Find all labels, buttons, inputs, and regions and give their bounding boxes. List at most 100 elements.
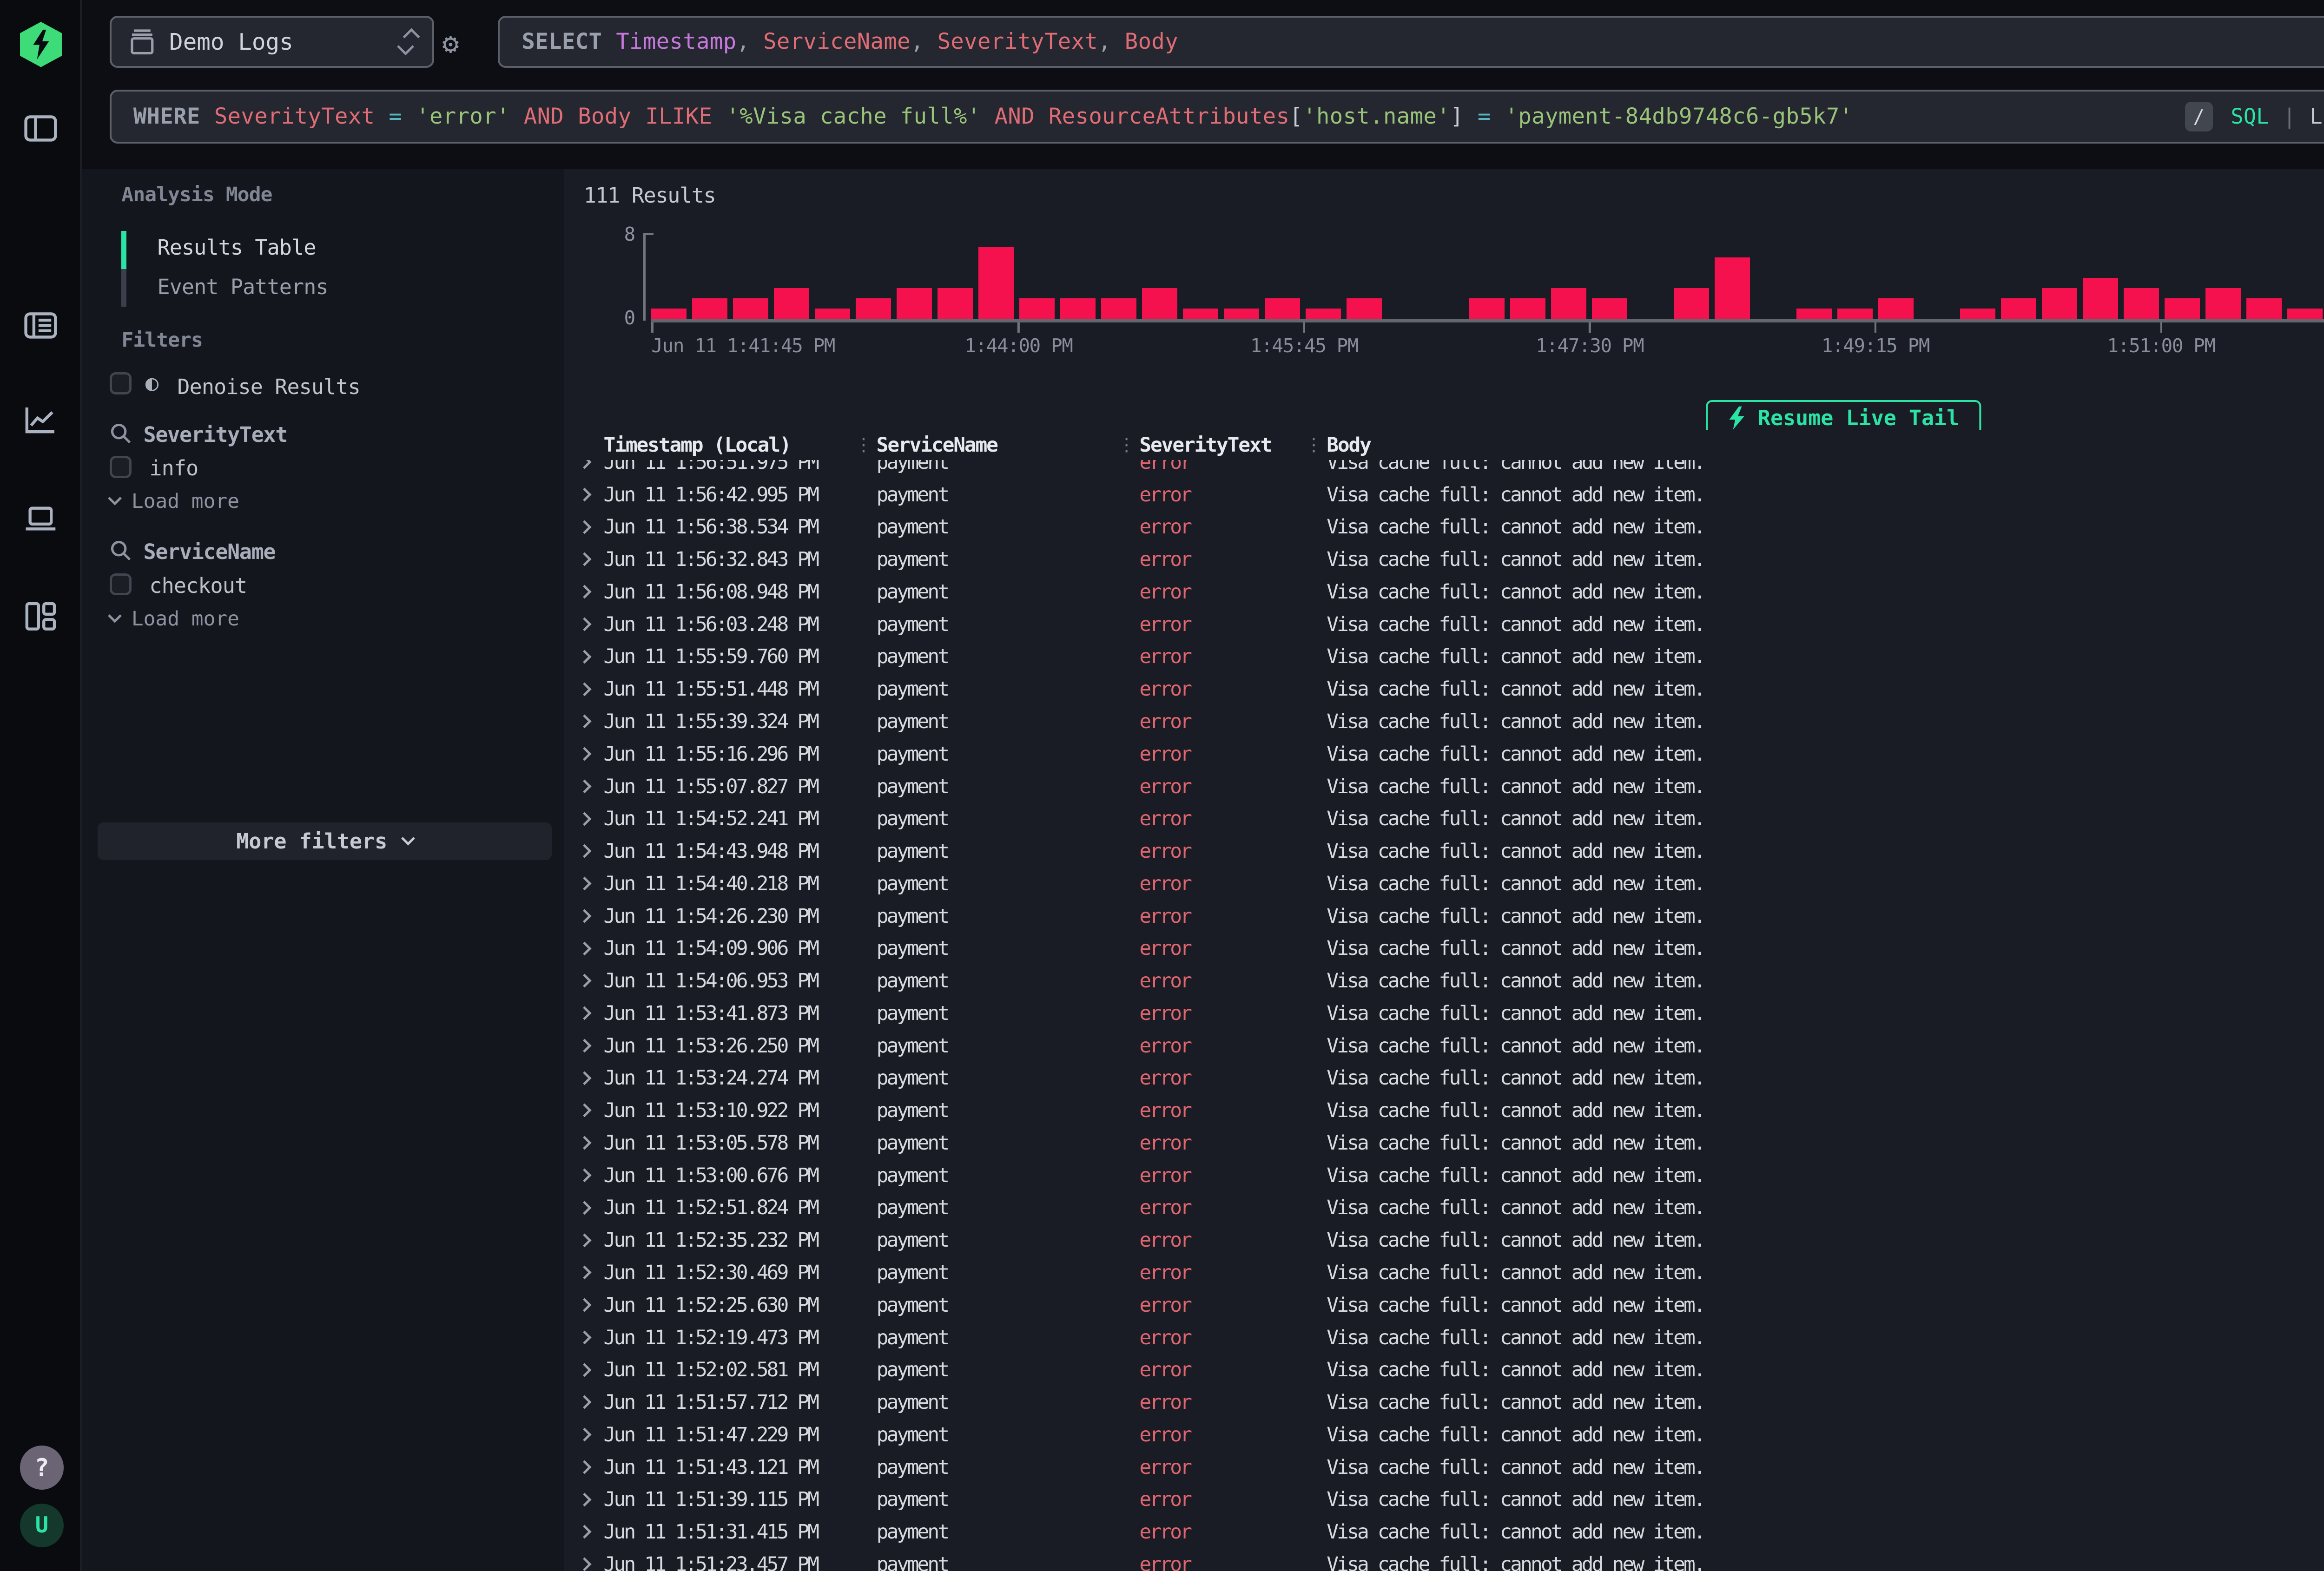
histogram-bar[interactable]: [1878, 298, 1913, 319]
table-row[interactable]: Jun 11 1:51:43.121 PM payment error Visa…: [564, 1451, 2324, 1484]
row-expand-chevron-icon[interactable]: [580, 1170, 603, 1180]
more-filters-button[interactable]: More filters: [98, 822, 552, 860]
table-row[interactable]: Jun 11 1:53:00.676 PM payment error Visa…: [564, 1159, 2324, 1192]
column-header-servicename[interactable]: ServiceName: [877, 434, 1118, 457]
table-row[interactable]: Jun 11 1:51:23.457 PM payment error Visa…: [564, 1548, 2324, 1571]
histogram-bar[interactable]: [1142, 288, 1177, 319]
table-row[interactable]: Jun 11 1:54:06.953 PM payment error Visa…: [564, 965, 2324, 997]
histogram-bar[interactable]: [2001, 298, 2036, 319]
row-expand-chevron-icon[interactable]: [580, 684, 603, 694]
histogram-bar[interactable]: [692, 298, 727, 319]
histogram-bar[interactable]: [1183, 309, 1218, 319]
row-expand-chevron-icon[interactable]: [580, 1462, 603, 1472]
row-expand-chevron-icon[interactable]: [580, 944, 603, 953]
row-expand-chevron-icon[interactable]: [580, 522, 603, 532]
histogram-bar[interactable]: [2124, 288, 2159, 319]
table-row[interactable]: Jun 11 1:53:24.274 PM payment error Visa…: [564, 1062, 2324, 1095]
histogram-bar[interactable]: [2205, 288, 2240, 319]
histogram-bar[interactable]: [1715, 257, 1750, 319]
table-row[interactable]: Jun 11 1:51:47.229 PM payment error Visa…: [564, 1419, 2324, 1451]
client-sessions-icon[interactable]: [24, 502, 58, 536]
histogram-bar[interactable]: [1796, 309, 1831, 319]
row-expand-chevron-icon[interactable]: [580, 976, 603, 986]
row-expand-chevron-icon[interactable]: [580, 749, 603, 759]
row-expand-chevron-icon[interactable]: [580, 1203, 603, 1213]
user-avatar[interactable]: U: [20, 1504, 64, 1547]
histogram-bar[interactable]: [1837, 309, 1872, 319]
histogram-bar[interactable]: [1019, 298, 1054, 319]
table-row[interactable]: Jun 11 1:53:10.922 PM payment error Visa…: [564, 1094, 2324, 1127]
histogram-bar[interactable]: [733, 298, 768, 319]
help-button[interactable]: ?: [20, 1446, 64, 1489]
table-row[interactable]: Jun 11 1:55:39.324 PM payment error Visa…: [564, 705, 2324, 738]
table-row[interactable]: Jun 11 1:52:30.469 PM payment error Visa…: [564, 1256, 2324, 1289]
table-row[interactable]: Jun 11 1:54:40.218 PM payment error Visa…: [564, 868, 2324, 900]
histogram-bar[interactable]: [2083, 278, 2118, 319]
denoise-label[interactable]: Denoise Results: [177, 375, 360, 399]
histogram-bar[interactable]: [1265, 298, 1300, 319]
table-row[interactable]: Jun 11 1:54:43.948 PM payment error Visa…: [564, 835, 2324, 868]
search-logs-icon[interactable]: [24, 309, 58, 342]
row-expand-chevron-icon[interactable]: [580, 1138, 603, 1148]
row-expand-chevron-icon[interactable]: [580, 1365, 603, 1375]
row-expand-chevron-icon[interactable]: [580, 1495, 603, 1505]
histogram-bar[interactable]: [2165, 298, 2199, 319]
filter-option-info[interactable]: info: [149, 456, 198, 480]
filter-option-checkbox[interactable]: [110, 456, 132, 478]
row-expand-chevron-icon[interactable]: [580, 554, 603, 564]
table-row[interactable]: Jun 11 1:54:09.906 PM payment error Visa…: [564, 932, 2324, 965]
column-header-severitytext[interactable]: SeverityText: [1139, 434, 1305, 457]
row-expand-chevron-icon[interactable]: [580, 1527, 603, 1537]
table-row[interactable]: Jun 11 1:52:02.581 PM payment error Visa…: [564, 1354, 2324, 1386]
table-row[interactable]: Jun 11 1:52:19.473 PM payment error Visa…: [564, 1321, 2324, 1354]
row-expand-chevron-icon[interactable]: [580, 490, 603, 500]
histogram-bar[interactable]: [815, 309, 850, 319]
histogram-bar[interactable]: [1224, 309, 1259, 319]
table-row[interactable]: Jun 11 1:51:31.415 PM payment error Visa…: [564, 1516, 2324, 1548]
load-more-servicename[interactable]: Load more: [110, 607, 239, 631]
table-row[interactable]: Jun 11 1:51:57.712 PM payment error Visa…: [564, 1386, 2324, 1419]
histogram-bar[interactable]: [1551, 288, 1586, 319]
histogram-bar[interactable]: [1674, 288, 1709, 319]
column-resize-handle[interactable]: ⋮: [1117, 434, 1139, 455]
denoise-checkbox[interactable]: [110, 372, 132, 394]
column-resize-handle[interactable]: ⋮: [1305, 434, 1327, 455]
row-expand-chevron-icon[interactable]: [580, 846, 603, 856]
row-expand-chevron-icon[interactable]: [580, 1268, 603, 1277]
filter-group-servicename[interactable]: ServiceName: [144, 539, 276, 564]
row-expand-chevron-icon[interactable]: [580, 587, 603, 597]
sql-mode-toggle[interactable]: SQL: [2231, 104, 2269, 129]
histogram-bar[interactable]: [2246, 298, 2281, 319]
row-expand-chevron-icon[interactable]: [580, 716, 603, 726]
where-query-input[interactable]: WHERE SeverityText = 'error' AND Body IL…: [110, 90, 2324, 144]
row-expand-chevron-icon[interactable]: [580, 652, 603, 662]
lucene-mode-toggle[interactable]: Lucene: [2310, 104, 2324, 129]
dashboards-icon[interactable]: [24, 599, 58, 633]
sidebar-toggle-icon[interactable]: [24, 112, 58, 145]
select-query-input[interactable]: SELECT Timestamp, ServiceName, SeverityT…: [498, 16, 2324, 67]
row-expand-chevron-icon[interactable]: [580, 1073, 603, 1083]
table-row[interactable]: Jun 11 1:52:25.630 PM payment error Visa…: [564, 1289, 2324, 1321]
histogram-bar[interactable]: [856, 298, 891, 319]
row-expand-chevron-icon[interactable]: [580, 1008, 603, 1018]
histogram-bar[interactable]: [1510, 298, 1545, 319]
table-row[interactable]: Jun 11 1:56:03.248 PM payment error Visa…: [564, 608, 2324, 641]
row-expand-chevron-icon[interactable]: [580, 782, 603, 791]
histogram-bar[interactable]: [774, 288, 809, 319]
table-row[interactable]: Jun 11 1:53:41.873 PM payment error Visa…: [564, 997, 2324, 1030]
table-row[interactable]: Jun 11 1:56:32.843 PM payment error Visa…: [564, 543, 2324, 576]
app-logo-icon[interactable]: [20, 22, 62, 68]
table-row[interactable]: Jun 11 1:54:26.230 PM payment error Visa…: [564, 900, 2324, 933]
column-header-timestamp[interactable]: Timestamp (Local): [604, 434, 855, 457]
filter-group-severitytext[interactable]: SeverityText: [144, 422, 288, 447]
load-more-severitytext[interactable]: Load more: [110, 490, 239, 513]
row-expand-chevron-icon[interactable]: [580, 1430, 603, 1440]
row-expand-chevron-icon[interactable]: [580, 911, 603, 921]
row-expand-chevron-icon[interactable]: [580, 1105, 603, 1115]
table-row[interactable]: Jun 11 1:55:16.296 PM payment error Visa…: [564, 738, 2324, 770]
table-row[interactable]: Jun 11 1:55:07.827 PM payment error Visa…: [564, 770, 2324, 803]
chart-explorer-icon[interactable]: [24, 404, 58, 438]
table-row[interactable]: Jun 11 1:56:42.995 PM payment error Visa…: [564, 479, 2324, 511]
histogram-bar[interactable]: [1469, 298, 1504, 319]
histogram-bar[interactable]: [1060, 298, 1095, 319]
